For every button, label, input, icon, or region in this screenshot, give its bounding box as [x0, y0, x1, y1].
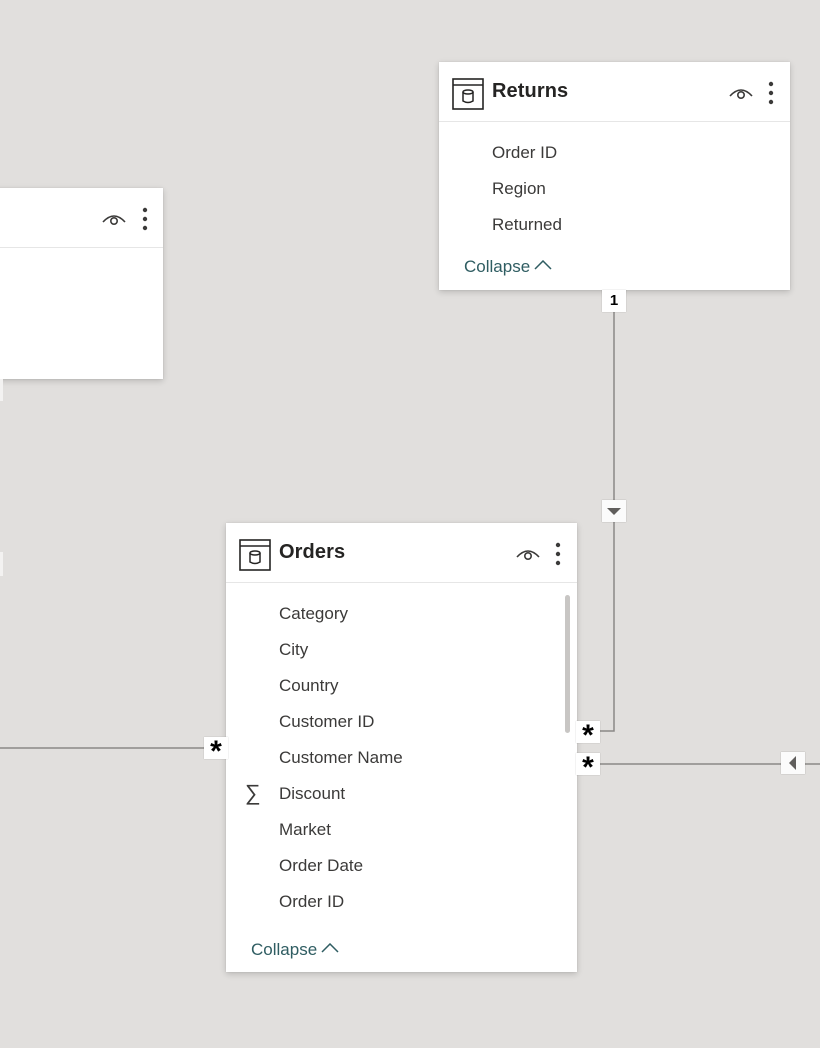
field-name: Category [279, 604, 348, 623]
cardinality-many-badge: * [576, 721, 600, 743]
orders-table-header[interactable]: Orders [226, 523, 577, 583]
field-row[interactable]: ∑ Discount [226, 776, 577, 812]
field-row[interactable]: Customer Name [226, 740, 577, 776]
field-row[interactable]: City [226, 632, 577, 668]
collapse-button[interactable]: Collapse [251, 940, 339, 960]
returns-field-list: Order ID Region Returned [439, 135, 790, 243]
field-row[interactable]: Order Date [226, 848, 577, 884]
returns-table-header[interactable]: Returns [439, 62, 790, 122]
offscreen-card-edge [0, 379, 3, 401]
returns-table-title: Returns [492, 80, 569, 102]
filter-direction-button[interactable] [781, 752, 805, 774]
field-row[interactable]: Returned [439, 207, 790, 243]
orders-table-card[interactable]: Orders Category City Country Customer ID Cus… [226, 523, 577, 972]
more-options-icon[interactable] [765, 80, 777, 106]
triangle-left-icon [789, 756, 796, 770]
field-row[interactable]: Order ID [439, 135, 790, 171]
offscreen-card-edge [0, 552, 3, 576]
field-row[interactable]: Region [439, 171, 790, 207]
table-icon [452, 78, 484, 110]
field-name: Market [279, 820, 331, 839]
offscreen-table-card[interactable] [0, 188, 163, 379]
sigma-icon: ∑ [245, 780, 261, 805]
field-row[interactable]: Market [226, 812, 577, 848]
field-name: Order Date [279, 856, 364, 875]
field-name: Customer Name [279, 748, 403, 767]
orders-table-title: Orders [279, 541, 346, 563]
returns-table-card[interactable]: Returns Order ID Region Returned Collaps… [439, 62, 790, 290]
cardinality-many-badge: * [576, 753, 600, 775]
field-row[interactable]: Category [226, 596, 577, 632]
field-name: Order ID [279, 892, 345, 911]
filter-direction-button[interactable] [602, 500, 626, 522]
orders-field-list: Category City Country Customer ID Customer N… [226, 596, 577, 920]
eye-icon[interactable] [514, 543, 542, 565]
chevron-up-icon [534, 259, 552, 270]
field-name: Discount [279, 784, 346, 803]
cardinality-one-badge: 1 [602, 290, 626, 312]
field-name: Region [492, 179, 546, 198]
more-options-icon[interactable] [552, 541, 564, 567]
eye-icon[interactable] [100, 208, 128, 230]
field-name: City [279, 640, 309, 659]
field-name: Returned [492, 215, 562, 234]
field-row[interactable]: Country [226, 668, 577, 704]
field-row[interactable]: Customer ID [226, 704, 577, 740]
field-list-scrollbar[interactable] [565, 595, 570, 733]
chevron-up-icon [321, 942, 339, 953]
collapse-label: Collapse [464, 257, 531, 276]
field-name: Customer ID [279, 712, 375, 731]
collapse-button[interactable]: Collapse [464, 257, 552, 277]
cardinality-many-badge: * [204, 737, 228, 759]
table-icon [239, 539, 271, 571]
model-canvas[interactable]: Returns Order ID Region Returned Collaps… [0, 0, 820, 1048]
field-row[interactable]: Order ID [226, 884, 577, 920]
collapse-label: Collapse [251, 940, 318, 959]
field-name: Order ID [492, 143, 558, 162]
more-options-icon[interactable] [139, 206, 151, 232]
field-name: Country [279, 676, 339, 695]
triangle-down-icon [607, 508, 621, 515]
eye-icon[interactable] [727, 82, 755, 104]
